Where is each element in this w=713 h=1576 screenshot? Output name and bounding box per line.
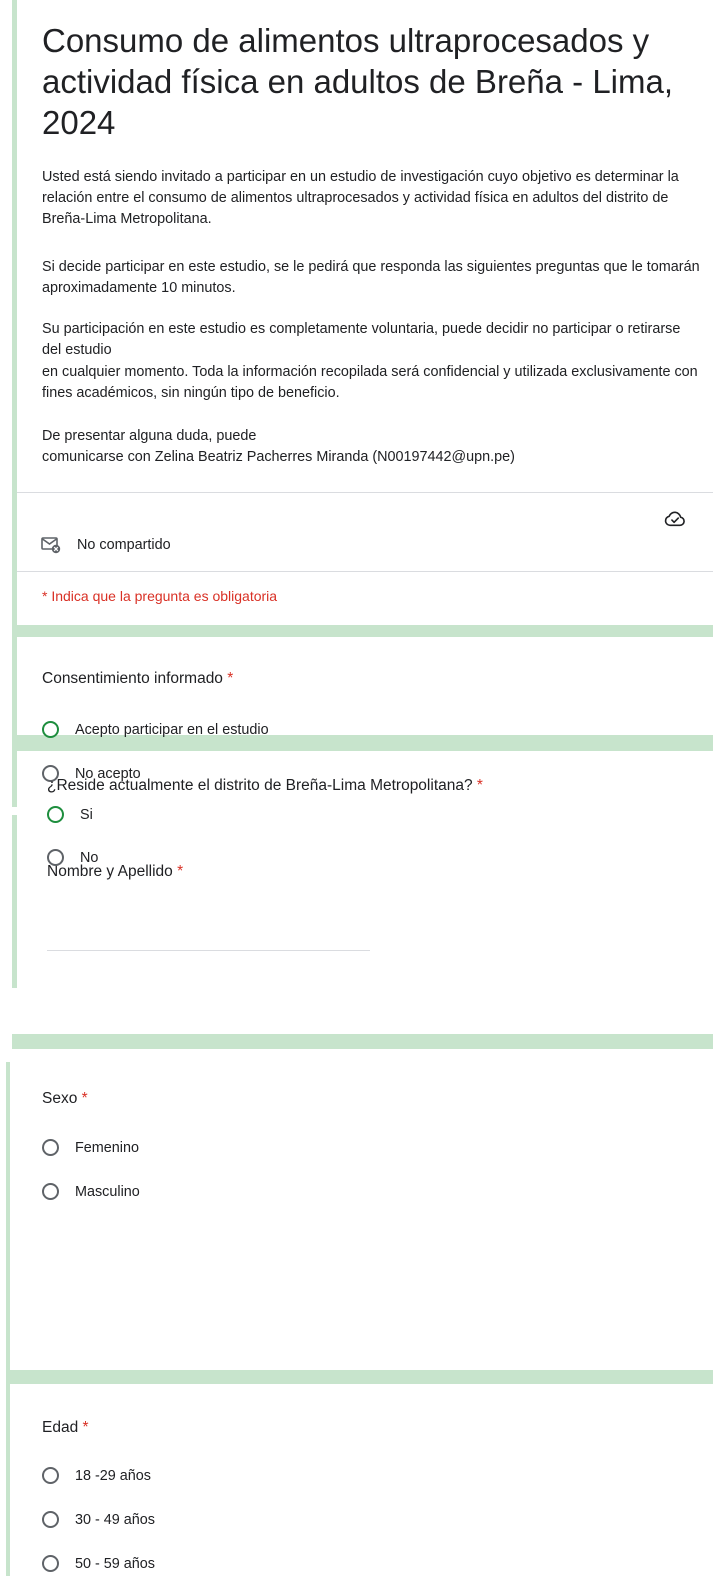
radio-option-female[interactable]: Femenino <box>42 1139 139 1156</box>
form-left-accent <box>12 843 17 988</box>
header-divider <box>17 571 713 572</box>
question-label: Sexo <box>42 1090 78 1107</box>
radio-option-label: Masculino <box>75 1183 140 1200</box>
question-title-sex: Sexo * <box>42 1090 88 1108</box>
form-description-paragraph: Si decide participar en este estudio, se… <box>42 259 700 296</box>
radio-option-age-18-29[interactable]: 18 -29 años <box>42 1467 151 1484</box>
radio-option-age-30-49[interactable]: 30 - 49 años <box>42 1511 155 1528</box>
question-title-residence: ¿Reside actualmente el distrito de Breña… <box>47 777 483 795</box>
question-title-age: Edad * <box>42 1419 89 1437</box>
section-separator <box>12 1034 713 1049</box>
section-separator <box>12 625 713 637</box>
radio-button[interactable] <box>42 721 59 738</box>
form-title: Consumo de alimentos ultraprocesados y a… <box>42 22 674 141</box>
radio-button[interactable] <box>42 1139 59 1156</box>
radio-button[interactable] <box>42 1555 59 1572</box>
radio-button[interactable] <box>42 1511 59 1528</box>
radio-button[interactable] <box>47 849 64 866</box>
radio-option-label: Si <box>80 806 93 823</box>
question-label: Consentimiento informado <box>42 670 223 687</box>
required-notice: * Indica que la pregunta es obligatoria <box>42 588 278 604</box>
radio-option-no[interactable]: No <box>47 849 98 866</box>
question-label: ¿Reside actualmente el distrito de Breña… <box>47 777 473 794</box>
form-left-accent <box>6 1062 10 1576</box>
form-description-paragraph: comunicarse con Zelina Beatriz Pacherres… <box>42 449 515 465</box>
header-divider <box>17 492 713 493</box>
radio-button[interactable] <box>47 806 64 823</box>
required-asterisk: * <box>177 863 184 880</box>
required-asterisk: * <box>82 1419 89 1436</box>
radio-option-label: 50 - 59 años <box>75 1555 156 1572</box>
radio-option-accept[interactable]: Acepto participar en el estudio <box>42 721 269 738</box>
radio-option-male[interactable]: Masculino <box>42 1183 140 1200</box>
form-description-paragraph: Usted está siendo invitado a participar … <box>42 169 679 227</box>
required-asterisk: * <box>476 777 483 794</box>
radio-option-yes[interactable]: Si <box>47 806 93 823</box>
email-share-status: No compartido <box>77 537 171 553</box>
form-description-paragraph: Su participación en este estudio es comp… <box>42 321 681 358</box>
required-asterisk: * <box>81 1090 88 1107</box>
form-description-paragraph: en cualquier momento. Toda la informació… <box>42 364 698 401</box>
radio-option-label: No <box>80 849 99 866</box>
question-title-consent: Consentimiento informado * <box>42 670 233 688</box>
section-separator <box>6 1370 713 1384</box>
name-text-input[interactable] <box>47 922 370 951</box>
radio-option-label: 30 - 49 años <box>75 1511 156 1528</box>
radio-option-label: 18 -29 años <box>75 1467 152 1484</box>
required-asterisk: * <box>227 670 234 687</box>
radio-option-label: Acepto participar en el estudio <box>75 721 269 738</box>
mail-not-shared-icon <box>41 536 61 554</box>
question-label: Edad <box>42 1419 79 1436</box>
radio-button[interactable] <box>42 1467 59 1484</box>
radio-option-label: Femenino <box>75 1139 139 1156</box>
cloud-done-icon[interactable] <box>664 508 686 528</box>
form-left-accent <box>12 0 17 807</box>
radio-button[interactable] <box>42 1183 59 1200</box>
form-description-paragraph: De presentar alguna duda, puede <box>42 428 257 444</box>
radio-option-age-50-59[interactable]: 50 - 59 años <box>42 1555 155 1572</box>
